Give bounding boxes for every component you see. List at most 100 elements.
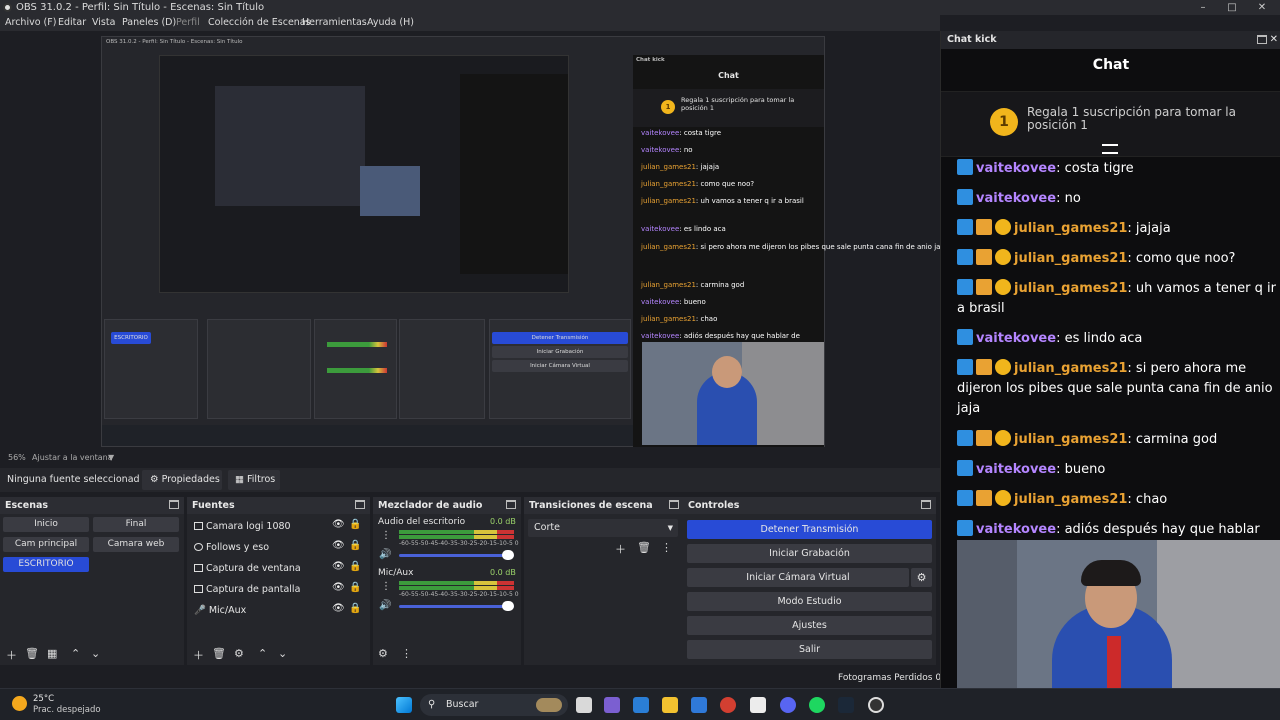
filters-button[interactable]: ▦ Filtros (228, 470, 280, 490)
pinned-message[interactable]: 1 Regala 1 suscripción para tomar la pos… (941, 91, 1280, 157)
menu-archivo[interactable]: Archivo (F) (5, 15, 56, 31)
chat-username[interactable]: vaitekovee (976, 161, 1056, 176)
scene-escritorio[interactable]: ESCRITORIO (3, 557, 89, 572)
chrome-icon[interactable] (720, 697, 736, 713)
minimize-icon[interactable]: – (1187, 0, 1219, 15)
close-icon[interactable]: ✕ (1270, 31, 1278, 49)
copilot-icon[interactable] (633, 697, 649, 713)
arrow-down-icon[interactable]: ⌄ (278, 647, 287, 660)
eye-icon[interactable]: 👁 (332, 582, 345, 593)
volume-slider[interactable] (399, 605, 514, 608)
lock-icon[interactable]: 🔒 (349, 540, 361, 551)
menu-coleccion-escenas[interactable]: Colección de Escenas (208, 15, 311, 31)
volume-slider-handle[interactable] (502, 550, 514, 560)
start-virtual-camera-button[interactable]: Iniciar Cámara Virtual (687, 568, 909, 587)
trash-icon[interactable]: 🗑 (25, 647, 39, 660)
volume-slider[interactable] (399, 554, 514, 557)
undock-icon[interactable] (169, 500, 179, 509)
steam-icon[interactable] (838, 697, 854, 713)
exit-button[interactable]: Salir (687, 640, 932, 659)
menu-editar[interactable]: Editar (58, 15, 86, 31)
volume-slider-handle[interactable] (502, 601, 514, 611)
add-icon[interactable]: ＋ (615, 541, 626, 557)
scene-camara-web[interactable]: Camara web (93, 537, 179, 552)
undock-icon[interactable] (669, 500, 679, 509)
chat-username[interactable]: julian_games21 (1014, 432, 1127, 447)
obs-taskbar-icon[interactable] (868, 697, 884, 713)
menu-perfil[interactable]: Perfil (176, 15, 200, 31)
kebab-icon[interactable]: ⋮ (381, 581, 391, 592)
speaker-icon[interactable]: 🔊 (379, 549, 391, 560)
windows-start-icon[interactable] (396, 697, 412, 713)
lock-icon[interactable]: 🔒 (349, 582, 361, 593)
lock-icon[interactable]: 🔒 (349, 561, 361, 572)
chat-username[interactable]: vaitekovee (976, 462, 1056, 477)
chat-username[interactable]: julian_games21 (1014, 251, 1127, 266)
kebab-icon[interactable]: ⋮ (381, 530, 391, 541)
properties-button[interactable]: ⚙ Propiedades (142, 470, 222, 490)
trash-icon[interactable]: 🗑 (212, 647, 226, 660)
close-icon[interactable]: ✕ (1246, 0, 1278, 15)
file-explorer-icon[interactable] (662, 697, 678, 713)
menu-ayuda[interactable]: Ayuda (H) (367, 15, 414, 31)
source-item[interactable]: Captura de ventana (194, 559, 354, 578)
undock-icon[interactable] (355, 500, 365, 509)
source-item[interactable]: Captura de pantalla (194, 580, 354, 599)
chat-username[interactable]: julian_games21 (1014, 221, 1127, 236)
expand-icon[interactable] (1102, 144, 1118, 154)
settings-button[interactable]: Ajustes (687, 616, 932, 635)
eye-icon[interactable]: 👁 (332, 603, 345, 614)
scene-cam-principal[interactable]: Cam principal (3, 537, 89, 552)
chat-username[interactable]: vaitekovee (976, 191, 1056, 206)
taskbar-search[interactable]: ⚲ Buscar (420, 694, 568, 716)
chevron-down-icon[interactable]: ▼ (108, 451, 114, 465)
scene-final[interactable]: Final (93, 517, 179, 532)
chat-username[interactable]: vaitekovee (976, 331, 1056, 346)
lock-icon[interactable]: 🔒 (349, 603, 361, 614)
task-view-icon[interactable] (576, 697, 592, 713)
trash-icon[interactable]: 🗑 (637, 541, 651, 554)
eye-icon[interactable]: 👁 (332, 561, 345, 572)
discord-icon[interactable] (780, 697, 796, 713)
spotify-icon[interactable] (809, 697, 825, 713)
undock-icon[interactable] (1257, 35, 1267, 44)
studio-mode-button[interactable]: Modo Estudio (687, 592, 932, 611)
stop-streaming-button[interactable]: Detener Transmisión (687, 520, 932, 539)
lock-icon[interactable]: 🔒 (349, 519, 361, 530)
zoom-mode[interactable]: Ajustar a la ventana (32, 451, 113, 465)
chat-username[interactable]: julian_games21 (1014, 492, 1127, 507)
menu-vista[interactable]: Vista (92, 15, 115, 31)
store-icon[interactable] (691, 697, 707, 713)
maximize-icon[interactable]: □ (1216, 0, 1248, 15)
arrow-up-icon[interactable]: ⌃ (258, 647, 267, 660)
undock-icon[interactable] (921, 500, 931, 509)
menu-paneles[interactable]: Paneles (D) (122, 15, 176, 31)
chat-username[interactable]: vaitekovee (976, 522, 1056, 537)
eye-icon[interactable]: 👁 (332, 540, 345, 551)
chat-username[interactable]: julian_games21 (1014, 281, 1127, 296)
speaker-icon[interactable]: 🔊 (379, 600, 391, 611)
gear-icon[interactable]: ⚙ (378, 647, 388, 660)
source-item[interactable]: 🎤 Mic/Aux (194, 601, 354, 620)
undock-icon[interactable] (506, 500, 516, 509)
transition-select[interactable]: Corte ▼ (528, 519, 678, 537)
filter-icon[interactable]: ▦ (47, 647, 57, 660)
add-icon[interactable]: ＋ (193, 647, 204, 663)
source-item[interactable]: Camara logi 1080 (194, 517, 354, 536)
source-item[interactable]: Follows y eso (194, 538, 354, 557)
scene-inicio[interactable]: Inicio (3, 517, 89, 532)
weather-icon[interactable] (12, 696, 27, 711)
add-icon[interactable]: ＋ (6, 647, 17, 663)
chat-username[interactable]: julian_games21 (1014, 361, 1127, 376)
gear-icon[interactable]: ⚙ (234, 647, 244, 660)
arrow-down-icon[interactable]: ⌄ (91, 647, 100, 660)
eye-icon[interactable]: 👁 (332, 519, 345, 530)
snipping-tool-icon[interactable] (750, 697, 766, 713)
teams-icon[interactable] (604, 697, 620, 713)
menu-herramientas[interactable]: Herramientas (302, 15, 367, 31)
kebab-icon[interactable]: ⋮ (401, 647, 412, 660)
gear-icon[interactable]: ⚙ (911, 568, 932, 587)
arrow-up-icon[interactable]: ⌃ (71, 647, 80, 660)
start-recording-button[interactable]: Iniciar Grabación (687, 544, 932, 563)
kebab-icon[interactable]: ⋮ (661, 541, 672, 554)
